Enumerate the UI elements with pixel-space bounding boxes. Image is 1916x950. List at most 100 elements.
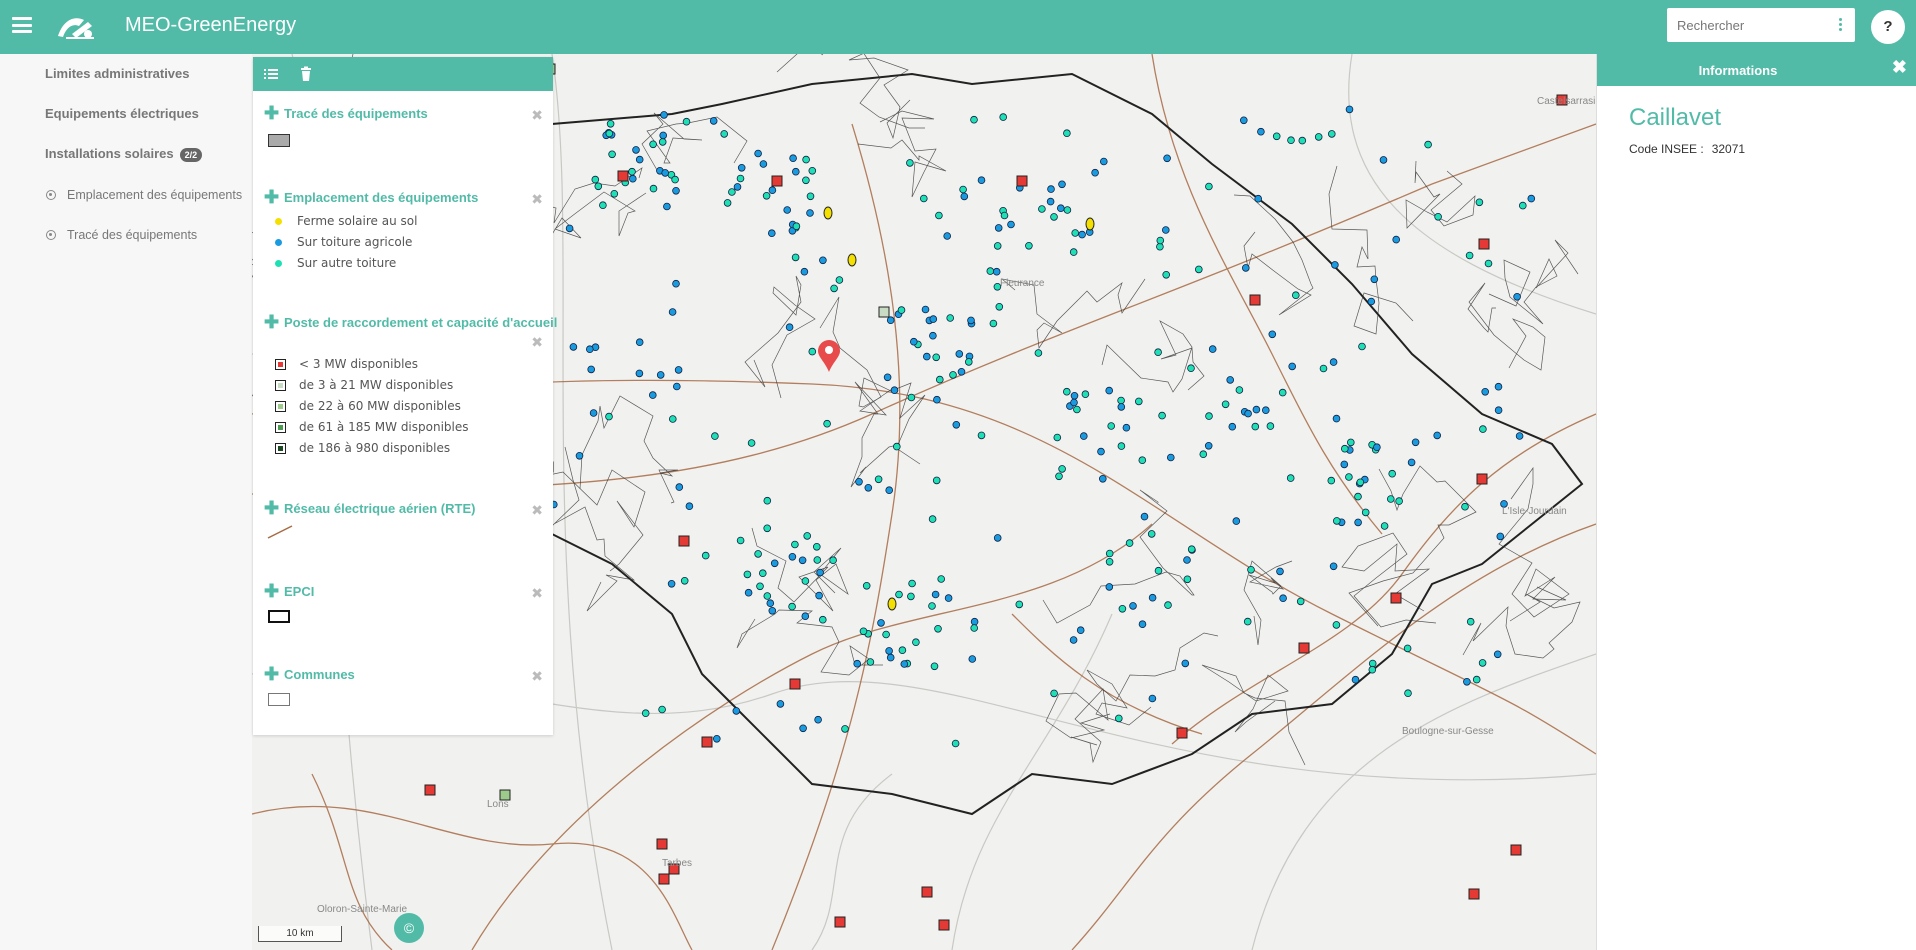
commune-boundary bbox=[1201, 664, 1306, 766]
search-input[interactable] bbox=[1667, 8, 1817, 42]
solar-point bbox=[591, 175, 600, 184]
solar-point bbox=[1244, 409, 1252, 418]
attribution-button[interactable]: © bbox=[394, 913, 424, 943]
solar-point bbox=[1158, 411, 1166, 420]
solar-point bbox=[986, 267, 995, 275]
solar-point bbox=[1078, 230, 1086, 239]
solar-point bbox=[989, 319, 998, 328]
commune-boundary bbox=[819, 296, 926, 448]
solar-point bbox=[1475, 198, 1484, 207]
substation-marker bbox=[921, 886, 933, 898]
solar-point bbox=[935, 211, 943, 220]
legend-entry: de 3 à 21 MW disponibles bbox=[275, 378, 453, 392]
expand-icon[interactable]: ✚ bbox=[264, 582, 279, 600]
expand-icon[interactable]: ✚ bbox=[264, 499, 279, 517]
sidebar-item-installations-solaires[interactable]: Installations solaires 2/2 bbox=[45, 146, 203, 162]
expand-icon[interactable]: ✚ bbox=[264, 313, 279, 331]
help-button[interactable]: ? bbox=[1871, 10, 1905, 44]
solar-point bbox=[919, 194, 928, 203]
solar-point bbox=[1358, 342, 1366, 351]
expand-icon[interactable]: ✚ bbox=[264, 665, 279, 683]
solar-point bbox=[823, 419, 831, 428]
solar-point bbox=[675, 483, 684, 491]
solar-point bbox=[864, 483, 873, 492]
location-marker-icon[interactable] bbox=[818, 340, 840, 372]
solar-point bbox=[1055, 472, 1063, 481]
solar-point bbox=[659, 131, 668, 140]
commune-boundary bbox=[857, 110, 947, 198]
solar-point bbox=[1328, 130, 1336, 138]
remove-layer-icon[interactable]: ✖ bbox=[531, 107, 543, 124]
solar-point bbox=[785, 323, 794, 332]
solar-point bbox=[763, 496, 772, 505]
sidebar-item-equipements-electriques[interactable]: Equipements électriques bbox=[45, 106, 199, 121]
sidebar-subitem-trace[interactable]: Tracé des équipements bbox=[46, 228, 197, 242]
substation-marker bbox=[1468, 888, 1480, 900]
sidebar-item-limites-administratives[interactable]: Limites administratives bbox=[45, 66, 190, 81]
solar-point bbox=[1319, 364, 1328, 373]
list-icon[interactable] bbox=[263, 66, 279, 82]
solar-point bbox=[813, 556, 822, 564]
solar-point bbox=[1354, 492, 1362, 501]
commune-name: Caillavet bbox=[1629, 104, 1722, 131]
solar-point bbox=[649, 184, 658, 193]
close-icon[interactable]: ✖ bbox=[1892, 57, 1907, 78]
solar-point bbox=[711, 432, 719, 440]
expand-icon[interactable]: ✚ bbox=[264, 104, 279, 122]
solar-point bbox=[1252, 405, 1261, 414]
solar-point bbox=[970, 624, 978, 632]
legend-section-rte: ✚ Réseau électrique aérien (RTE) ✖ bbox=[253, 499, 553, 539]
solar-point bbox=[977, 176, 986, 184]
solar-point bbox=[1340, 460, 1349, 469]
remove-layer-icon[interactable]: ✖ bbox=[531, 502, 543, 519]
solar-point bbox=[743, 570, 752, 579]
solar-point bbox=[701, 551, 710, 560]
solar-point bbox=[1194, 265, 1203, 274]
commune-boundary bbox=[1328, 165, 1414, 335]
solar-point bbox=[1199, 450, 1208, 459]
solar-point bbox=[1332, 414, 1341, 423]
solar-point bbox=[859, 627, 868, 636]
solar-point bbox=[1034, 349, 1043, 357]
solar-point bbox=[1347, 438, 1355, 447]
sidebar-subitem-label: Emplacement des équipements bbox=[67, 188, 243, 202]
trash-icon[interactable] bbox=[298, 66, 314, 82]
remove-layer-icon[interactable]: ✖ bbox=[531, 334, 543, 351]
remove-layer-icon[interactable]: ✖ bbox=[531, 668, 543, 685]
solar-point bbox=[1331, 261, 1339, 269]
solar-point bbox=[798, 556, 807, 565]
solar-point bbox=[1125, 539, 1134, 547]
solar-point bbox=[791, 540, 799, 549]
solar-point bbox=[970, 617, 979, 626]
solar-point bbox=[1494, 406, 1503, 415]
expand-icon[interactable]: ✚ bbox=[264, 188, 279, 206]
solar-point bbox=[744, 588, 753, 597]
solar-point bbox=[993, 242, 1002, 250]
solar-point bbox=[599, 201, 607, 210]
remove-layer-icon[interactable]: ✖ bbox=[531, 585, 543, 602]
commune-boundary bbox=[1488, 239, 1579, 325]
solar-point bbox=[806, 192, 815, 201]
solar-point bbox=[671, 175, 679, 184]
remove-layer-icon[interactable]: ✖ bbox=[531, 191, 543, 208]
substation-marker bbox=[938, 919, 950, 931]
solar-point bbox=[1380, 522, 1389, 530]
solar-point bbox=[1221, 400, 1230, 409]
solar-point bbox=[897, 306, 906, 314]
solar-point bbox=[1000, 211, 1009, 220]
solar-point bbox=[1154, 566, 1163, 575]
sidebar-subitem-emplacement[interactable]: Emplacement des équipements bbox=[46, 188, 242, 202]
solar-point bbox=[944, 594, 953, 602]
solar-point bbox=[866, 658, 875, 666]
solar-point bbox=[789, 154, 797, 162]
solar-point bbox=[1046, 197, 1055, 206]
legend-section-title: Tracé des équipements bbox=[284, 106, 428, 121]
solar-point bbox=[883, 373, 892, 382]
solar-point bbox=[992, 267, 1001, 276]
solar-point bbox=[931, 590, 940, 599]
menu-icon[interactable] bbox=[12, 17, 32, 33]
solar-point bbox=[1007, 220, 1015, 229]
solar-point bbox=[1403, 644, 1412, 653]
search-options-icon[interactable] bbox=[1839, 18, 1843, 32]
solar-point bbox=[594, 182, 603, 191]
